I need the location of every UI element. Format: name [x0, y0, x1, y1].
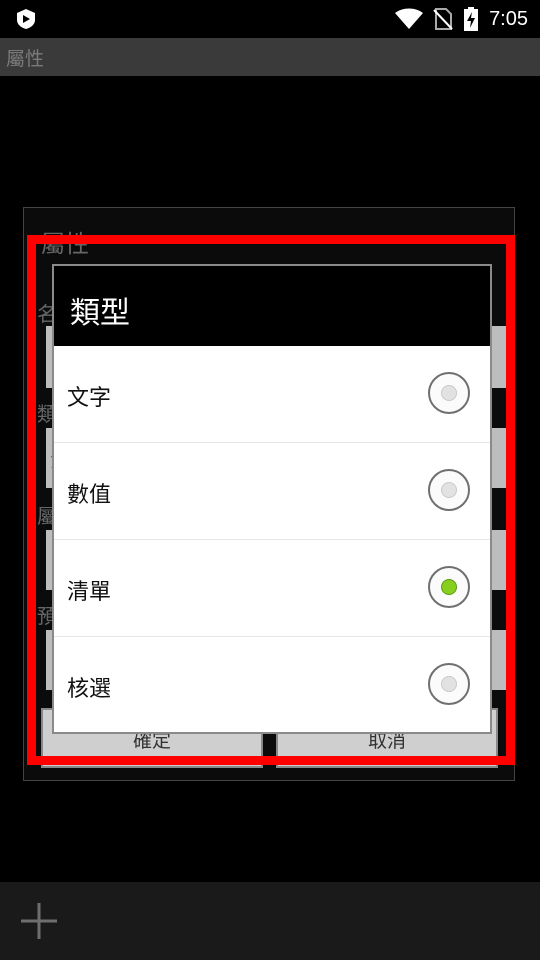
app-shield-icon [17, 9, 35, 29]
type-option-checkbox[interactable]: 核選 [54, 637, 490, 734]
type-dialog-title: 類型 [70, 296, 130, 331]
radio-button[interactable] [428, 469, 470, 511]
radio-dot [441, 385, 457, 401]
type-option-label: 數值 [67, 483, 112, 508]
no-sim-icon [433, 8, 453, 30]
battery-charging-icon [464, 7, 479, 31]
type-option-list[interactable]: 清單 [54, 540, 490, 637]
status-bar: 7:05 [0, 0, 540, 38]
bottom-bar [0, 882, 540, 960]
app-bar: 屬性 [0, 38, 540, 76]
app-bar-title: 屬性 [6, 48, 45, 70]
add-icon[interactable] [20, 902, 58, 940]
status-icons: 7:05 [395, 6, 528, 32]
type-options-list: 文字 數值 清單 核選 [54, 346, 490, 732]
type-option-label: 文字 [67, 386, 112, 411]
radio-button[interactable] [428, 372, 470, 414]
type-option-text[interactable]: 文字 [54, 346, 490, 443]
type-option-number[interactable]: 數值 [54, 443, 490, 540]
radio-dot [441, 482, 457, 498]
wifi-icon [395, 8, 424, 29]
status-time: 7:05 [489, 7, 528, 30]
type-dialog: 類型 文字 數值 清單 核選 [52, 264, 492, 734]
radio-dot-selected [441, 579, 457, 595]
type-dialog-header: 類型 [54, 266, 490, 346]
type-option-label: 核選 [67, 677, 112, 702]
radio-button-selected[interactable] [428, 566, 470, 608]
radio-dot [441, 676, 457, 692]
type-option-label: 清單 [67, 580, 112, 605]
radio-button[interactable] [428, 663, 470, 705]
